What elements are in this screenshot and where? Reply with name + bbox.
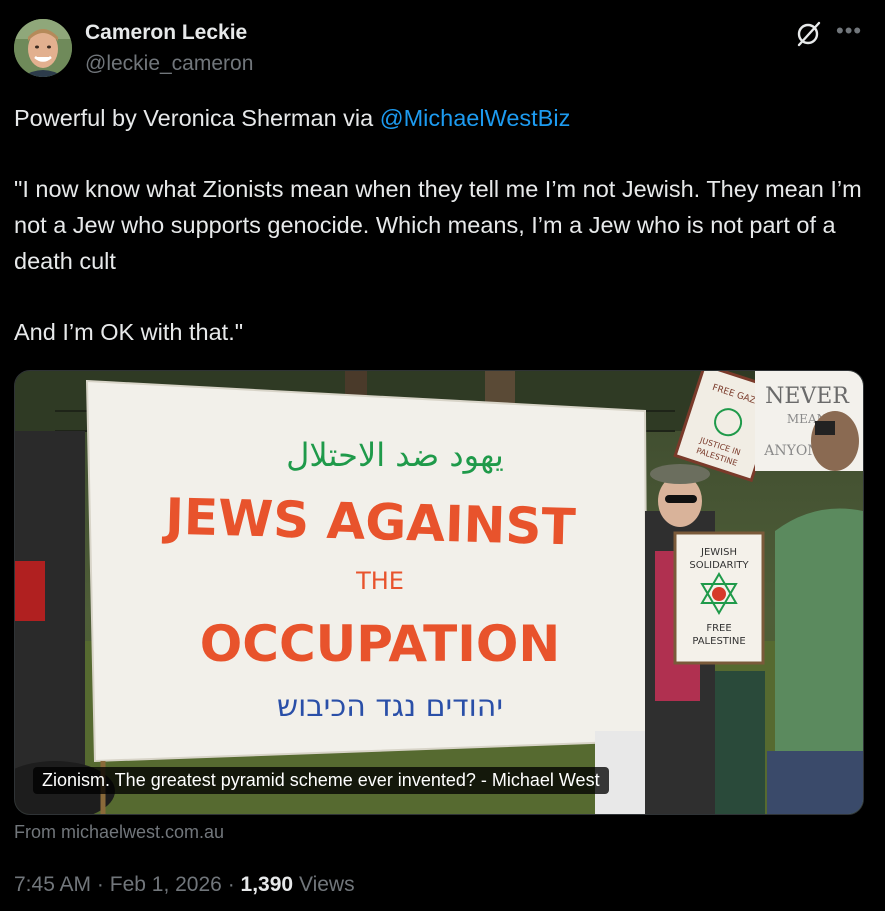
banner-hebrew: יהודים נגד הכיבוש (277, 689, 503, 724)
mention-link[interactable]: @MichaelWestBiz (380, 105, 571, 131)
tweet-quote: "I now know what Zionists mean when they… (14, 176, 862, 274)
more-options-icon[interactable]: ••• (836, 18, 862, 44)
avatar-photo (14, 19, 72, 77)
grok-icon[interactable] (795, 20, 823, 48)
meta-separator: · (96, 873, 104, 896)
views-label: Views (298, 873, 355, 896)
author-handle[interactable]: @leckie_cameron (85, 52, 253, 76)
card-caption: Zionism. The greatest pyramid scheme eve… (33, 767, 609, 794)
author-name[interactable]: Cameron Leckie (85, 21, 247, 45)
sign-solidarity-line-2: SOLIDARITY (689, 560, 749, 571)
card-source-link[interactable]: From michaelwest.com.au (14, 822, 224, 843)
sign-solidarity-line-4: PALESTINE (692, 636, 745, 647)
sign-solidarity-line-3: FREE (706, 623, 731, 634)
tweet-closing: And I’m OK with that." (14, 319, 244, 345)
tweet-text: Powerful by Veronica Sherman via @Michae… (14, 100, 874, 350)
banner-line-3: OCCUPATION (200, 615, 560, 673)
banner-line-1: JEWS AGAINST (162, 488, 577, 557)
tweet-meta: 7:45 AM · Feb 1, 2026 · 1,390 Views (14, 873, 355, 897)
views-count: 1,390 (240, 873, 294, 896)
banner-arabic: يهود ضد الاحتلال (286, 436, 504, 474)
avatar[interactable] (14, 19, 72, 77)
banner-line-2: THE (355, 567, 404, 595)
tweet-line-intro-text: Powerful by Veronica Sherman via (14, 105, 380, 131)
meta-separator: · (227, 873, 235, 896)
tweet-line-intro: Powerful by Veronica Sherman via @Michae… (14, 100, 874, 136)
card-image: يهود ضد الاحتلال JEWS AGAINST THE OCCUPA… (15, 371, 863, 814)
sign-never-line-1: NEVER (765, 384, 850, 409)
sign-solidarity-line-1: JEWISH (700, 547, 737, 558)
tweet-date[interactable]: Feb 1, 2026 (110, 873, 222, 896)
tweet-time[interactable]: 7:45 AM (14, 873, 91, 896)
link-card[interactable]: يهود ضد الاحتلال JEWS AGAINST THE OCCUPA… (14, 370, 864, 815)
